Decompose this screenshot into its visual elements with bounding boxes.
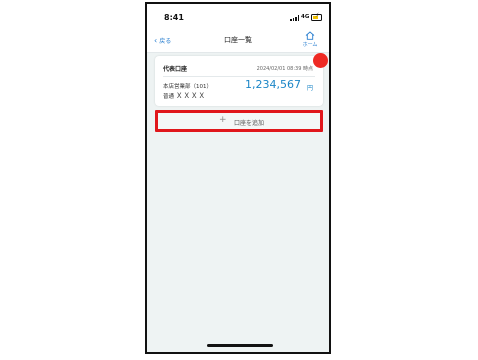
plus-icon: + [219, 115, 227, 125]
card-divider [163, 76, 315, 77]
currency-unit: 円 [306, 85, 313, 92]
account-number: ＸＸＸＸ [175, 92, 206, 100]
balance-timestamp: 2024/02/01 08:39 時点 [256, 66, 313, 72]
status-bar: 8:41 4G ⚡ [147, 4, 329, 26]
signal-icon [290, 15, 300, 21]
account-balance: 1,234,567 [245, 78, 301, 91]
add-account-label: 口座を追加 [234, 120, 265, 127]
home-label: ホーム [302, 42, 318, 48]
account-card[interactable]: 代表口座 2024/02/01 08:39 時点 本店営業部（101） 普通 Ｘ… [155, 53, 328, 106]
battery-icon: ⚡ [311, 13, 322, 21]
home-button[interactable]: ホーム [298, 31, 322, 48]
account-name: 代表口座 [163, 66, 188, 73]
add-account-button[interactable]: + 口座を追加 [155, 110, 323, 132]
network-label: 4G [301, 14, 310, 20]
nav-bar: ‹ 戻る 口座一覧 ホーム [147, 26, 329, 53]
account-number-line: 普通 ＸＸＸＸ [163, 91, 206, 101]
account-type: 普通 [163, 94, 175, 100]
home-icon [305, 31, 315, 40]
status-time: 8:41 [164, 13, 184, 22]
phone-frame: 8:41 4G ⚡ ‹ 戻る 口座一覧 ホーム 代表口座 2024/02/01 … [145, 2, 331, 354]
branch-name: 本店営業部（101） [163, 84, 212, 90]
home-indicator[interactable] [207, 344, 273, 347]
notification-dot [313, 53, 328, 68]
